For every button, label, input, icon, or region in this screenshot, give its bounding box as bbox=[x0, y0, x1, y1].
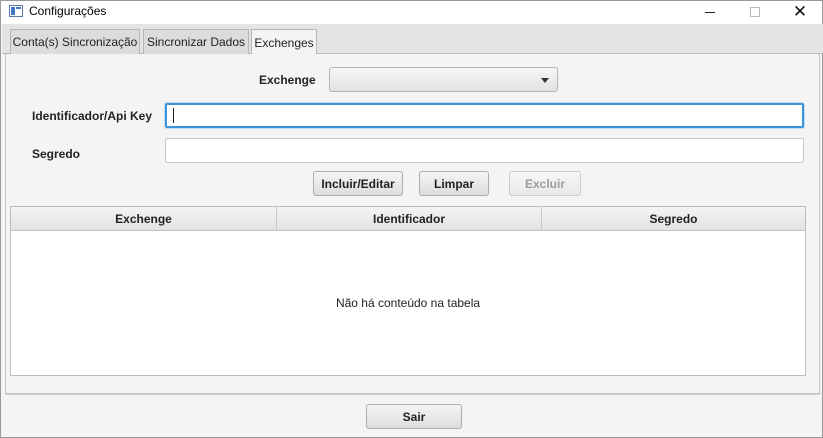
exchange-select[interactable] bbox=[329, 67, 558, 92]
identifier-label: Identificador/Api Key bbox=[32, 109, 153, 123]
secret-label: Segredo bbox=[32, 147, 81, 161]
table-header: Exchenge Identificador Segredo bbox=[11, 207, 805, 231]
exit-button[interactable]: Sair bbox=[366, 404, 462, 429]
minimize-icon bbox=[705, 11, 715, 13]
tab-account-sync[interactable]: Conta(s) Sincronização bbox=[10, 29, 140, 54]
tab-bar: Conta(s) Sincronização Sincronizar Dados… bbox=[2, 24, 823, 55]
identifier-input[interactable] bbox=[165, 103, 804, 128]
app-window-icon bbox=[9, 5, 23, 17]
window-title: Configurações bbox=[29, 4, 107, 18]
title-bar[interactable]: Configurações ✕ bbox=[1, 1, 822, 24]
column-header-identifier[interactable]: Identificador bbox=[277, 207, 542, 230]
column-header-exchange[interactable]: Exchenge bbox=[11, 207, 277, 230]
close-icon: ✕ bbox=[792, 2, 808, 22]
table-empty-message: Não há conteúdo na tabela bbox=[335, 296, 481, 310]
settings-window: Configurações ✕ Conta(s) Sincronização S… bbox=[0, 0, 823, 438]
tab-exchanges[interactable]: Exchenges bbox=[251, 29, 317, 55]
text-caret bbox=[173, 108, 174, 123]
tab-sync-data[interactable]: Sincronizar Dados bbox=[143, 29, 249, 54]
clear-button[interactable]: Limpar bbox=[419, 171, 489, 196]
exchanges-table[interactable]: Exchenge Identificador Segredo Não há co… bbox=[10, 206, 806, 376]
include-edit-button[interactable]: Incluir/Editar bbox=[313, 171, 403, 196]
secret-input[interactable] bbox=[165, 138, 804, 163]
maximize-icon bbox=[750, 7, 760, 17]
chevron-down-icon bbox=[541, 78, 549, 83]
column-header-secret[interactable]: Segredo bbox=[542, 207, 805, 230]
close-button[interactable]: ✕ bbox=[777, 1, 823, 23]
minimize-button[interactable] bbox=[687, 1, 733, 23]
maximize-button[interactable] bbox=[732, 1, 778, 23]
delete-button[interactable]: Excluir bbox=[509, 171, 581, 196]
exchange-label: Exchenge bbox=[259, 73, 316, 87]
footer-divider bbox=[5, 394, 820, 395]
